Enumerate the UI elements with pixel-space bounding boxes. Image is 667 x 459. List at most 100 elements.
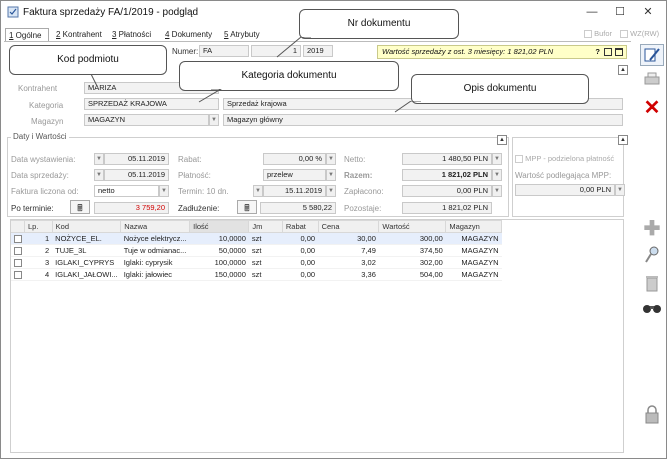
col-lp[interactable]: Lp. [24,220,53,233]
sprz-dropdown-icon[interactable]: ▼ [94,169,104,181]
col-cena[interactable]: Cena [317,220,380,233]
row-check-box[interactable] [13,235,22,243]
liczona-dropdown-icon[interactable]: ▼ [159,185,169,197]
magazyn-field[interactable]: MAGAZYN [84,114,209,126]
col-ilosc[interactable]: Ilość [189,220,250,233]
kategoria-label: Kategoria [29,101,64,110]
row-checkbox[interactable] [10,256,25,269]
row-check-box[interactable] [13,259,22,267]
netto-dropdown-icon[interactable]: ▼ [492,153,502,165]
row-nazwa: Tuje w odmianac... [120,244,190,257]
sales-value-warning: Wartość sprzedaży z ost. 3 miesięcy: 1 8… [377,45,627,59]
tab-dokumenty[interactable]: 4 Dokumenty [162,28,215,42]
table-row[interactable]: 1 NOŻYCE_EL. Nożyce elektrycz... 10,0000… [10,232,502,245]
data-sprzedazy-field[interactable]: 05.11.2019 [104,169,169,181]
row-magazyn: MAGAZYN [445,256,502,269]
zaplacono-label: Zapłacono: [344,187,384,196]
col-jm[interactable]: Jm [248,220,283,233]
minimize-button[interactable]: — [579,4,605,20]
platnosc-dropdown-icon[interactable]: ▼ [326,169,336,181]
mpp-collapse-button[interactable]: ▲ [618,135,628,145]
app-icon [7,6,19,18]
row-checkbox[interactable] [10,232,25,245]
magazyn-opis-field[interactable]: Magazyn główny [223,114,623,126]
termin-spin-icon[interactable]: ▼ [326,185,336,197]
termin-field[interactable]: 15.11.2019 [263,185,326,197]
wz-checkbox[interactable]: WZ(RW) [620,29,660,39]
cancel-button[interactable]: ✕ [640,97,664,119]
row-rabat: 0,00 [282,244,319,257]
tab-platnosci[interactable]: 3 Płatności [109,28,154,42]
table-row[interactable]: 4 IGLAKI_JAŁOWI... Iglaki: jałowiec 150,… [10,268,502,281]
bufor-checkbox[interactable]: Bufor [584,29,612,39]
row-checkbox[interactable] [10,268,25,281]
zadluzenie-calc-icon[interactable]: 🖩 [237,200,257,214]
row-jm: szt [248,244,283,257]
rabat-label: Rabat: [178,155,202,164]
magazyn-dropdown-icon[interactable]: ▼ [209,114,219,126]
copy-icon[interactable] [604,48,612,56]
row-check-box[interactable] [13,247,22,255]
numer-prefix-field[interactable]: FA [199,45,249,57]
col-kod[interactable]: Kod [51,220,122,233]
row-lp: 1 [24,232,53,245]
tab-kontrahent[interactable]: 2 Kontrahent [53,28,105,42]
window-title: Faktura sprzedaży FA/1/2019 - podgląd [23,7,199,18]
mpp-checkbox[interactable]: MPP - podzielona płatność [515,154,614,164]
numer-label: Numer: [172,47,199,56]
col-wartosc[interactable]: Wartość [378,220,447,233]
window-icon[interactable] [615,48,623,56]
wz-label: WZ(RW) [630,29,660,38]
row-ilosc: 10,0000 [189,232,249,245]
rabat-field[interactable]: 0,00 % [263,153,326,165]
table-row[interactable]: 3 IGLAKI_CYPRYS Iglaki: cyprysik 100,000… [10,256,502,269]
wz-check-box[interactable] [620,30,628,39]
rabat-dropdown-icon[interactable]: ▼ [326,153,336,165]
delete-item-button[interactable] [640,273,664,295]
col-rabat[interactable]: Rabat [281,220,319,233]
netto-label: Netto: [344,155,366,164]
row-cena: 7,49 [318,244,379,257]
col-magazyn[interactable]: Magazyn [445,220,502,233]
tab-ogolne[interactable]: 1 Ogólne [5,28,49,42]
row-rabat: 0,00 [282,268,319,281]
termin-dropdown-icon[interactable]: ▼ [253,185,263,197]
row-rabat: 0,00 [282,256,319,269]
table-row[interactable]: 2 TUJE_3L Tuje w odmianac... 50,0000 szt… [10,244,502,257]
mpp-wartosc-field: 0,00 PLN [515,184,615,196]
edit-pencil-icon [644,48,660,62]
print-button[interactable] [640,71,664,93]
tab-atrybuty[interactable]: 5 Atrybuty [221,28,263,42]
header-collapse-button[interactable]: ▲ [618,65,628,75]
row-kod: IGLAKI_CYPRYS [52,256,121,269]
razem-dropdown-icon[interactable]: ▼ [492,169,502,181]
bufor-check-box[interactable] [584,30,592,39]
data-sprzedazy-label: Data sprzedaży: [11,171,69,180]
add-item-button[interactable]: ✚ [640,218,664,240]
zaplacono-dropdown-icon[interactable]: ▼ [492,185,502,197]
row-checkbox[interactable] [10,244,25,257]
lock-button[interactable] [640,405,664,427]
select-all-header[interactable] [10,220,25,233]
callout-nr-dokumentu: Nr dokumentu [299,9,459,39]
mpp-check-box[interactable] [515,155,523,164]
col-nazwa[interactable]: Nazwa [120,220,191,233]
find-item-button[interactable] [640,300,664,322]
faktura-liczona-field[interactable]: netto [94,185,159,197]
row-wartosc: 302,00 [378,256,446,269]
termin-label: Termin: 10 dn. [178,187,229,196]
row-check-box[interactable] [13,271,22,279]
daty-collapse-button[interactable]: ▲ [497,135,507,145]
maximize-button[interactable]: ☐ [607,4,633,20]
mpp-dropdown-icon[interactable]: ▼ [615,184,625,196]
data-wystawienia-field[interactable]: 05.11.2019 [104,153,169,165]
wyst-dropdown-icon[interactable]: ▼ [94,153,104,165]
edit-item-button[interactable] [640,245,664,267]
callout-opis-dokumentu: Opis dokumentu [411,74,589,104]
save-edit-button[interactable] [640,44,664,66]
calculator-icon[interactable]: 🖩 [70,200,90,214]
row-kod: NOŻYCE_EL. [52,232,121,245]
close-window-button[interactable]: ✕ [635,4,661,20]
platnosc-field[interactable]: przelew [263,169,326,181]
help-icon[interactable]: ? [595,46,600,58]
